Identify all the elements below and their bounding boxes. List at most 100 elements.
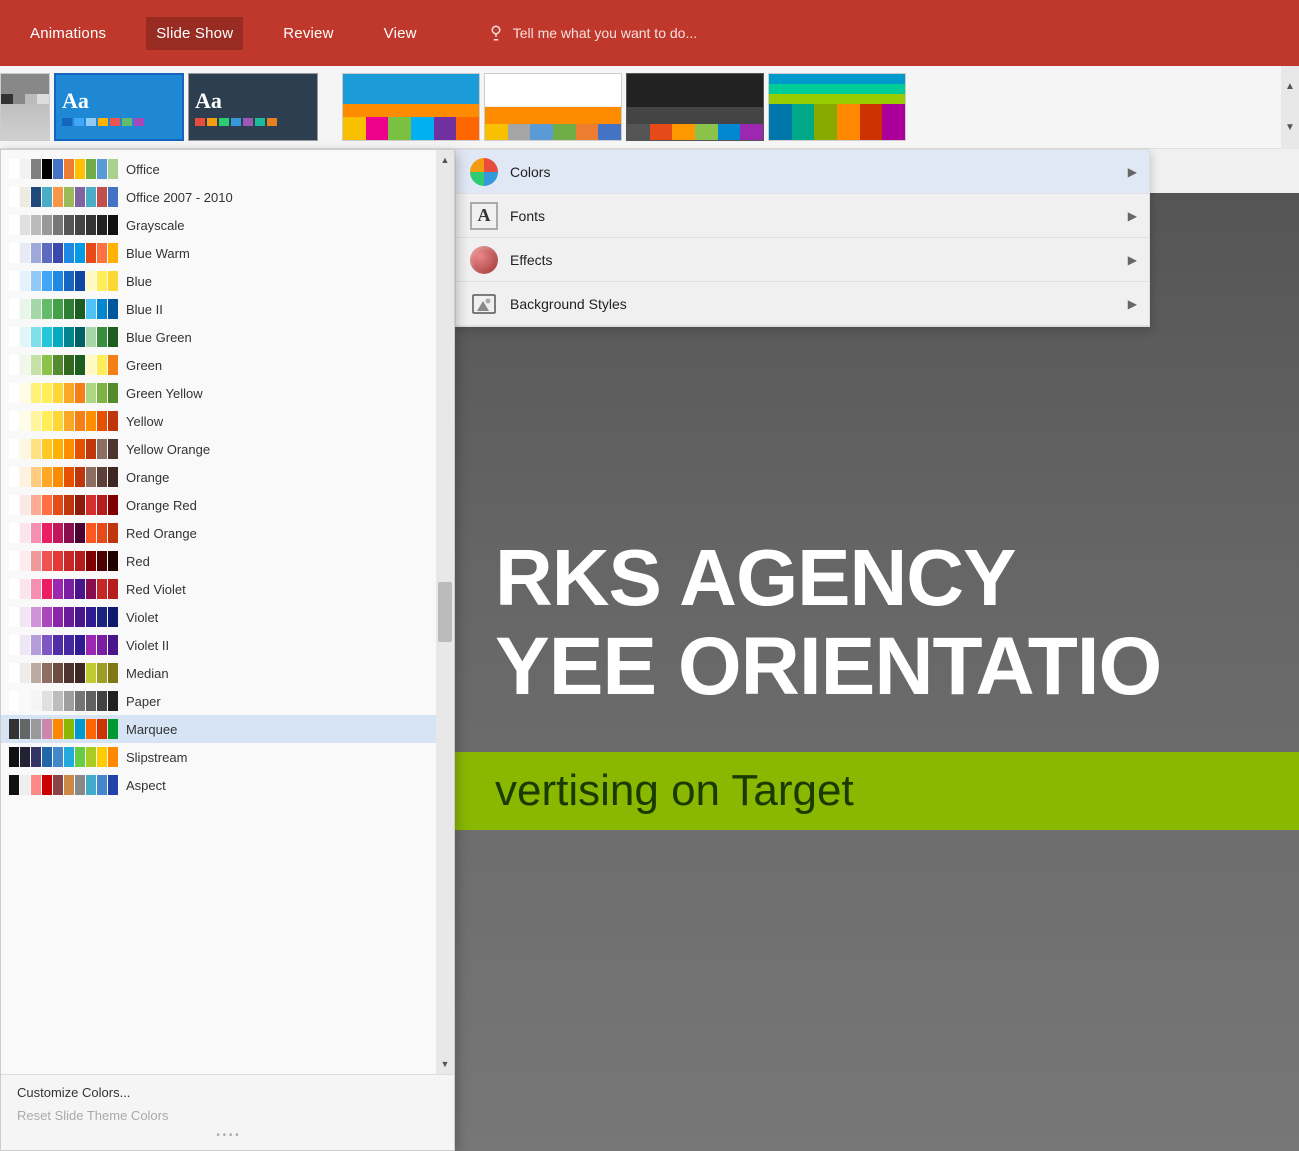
slide-title: RKS AGENCY bbox=[495, 534, 1259, 622]
swatch bbox=[53, 327, 63, 347]
swatch bbox=[86, 411, 96, 431]
palette-item[interactable]: Orange Red bbox=[1, 491, 436, 519]
swatch bbox=[9, 355, 19, 375]
palette-item[interactable]: Blue bbox=[1, 267, 436, 295]
menu-item-colors[interactable]: Colors ▶ bbox=[456, 150, 1149, 194]
color-swatches bbox=[9, 439, 118, 459]
search-placeholder-text: Tell me what you want to do... bbox=[513, 25, 697, 41]
palette-item-name: Green Yellow bbox=[126, 386, 203, 401]
fonts-arrow-icon: ▶ bbox=[1128, 209, 1137, 223]
color-swatches bbox=[9, 187, 118, 207]
swatch bbox=[42, 663, 52, 683]
palette-item-name: Orange bbox=[126, 470, 169, 485]
swatch bbox=[97, 411, 107, 431]
swatch bbox=[86, 635, 96, 655]
tab-view[interactable]: View bbox=[374, 17, 427, 50]
theme-thumb-1[interactable] bbox=[342, 73, 480, 141]
swatch bbox=[108, 663, 118, 683]
swatch bbox=[42, 271, 52, 291]
scroll-down-arrow[interactable]: ▼ bbox=[436, 1054, 454, 1074]
palette-item-name: Red bbox=[126, 554, 150, 569]
swatch bbox=[42, 187, 52, 207]
swatch bbox=[86, 719, 96, 739]
palette-item-name: Blue Green bbox=[126, 330, 192, 345]
slide-green-bar: vertising on Target bbox=[455, 752, 1299, 830]
theme-thumb-3[interactable] bbox=[626, 73, 764, 141]
swatch bbox=[75, 355, 85, 375]
swatch bbox=[97, 495, 107, 515]
palette-item[interactable]: Blue Warm bbox=[1, 239, 436, 267]
swatch bbox=[53, 495, 63, 515]
swatch bbox=[86, 439, 96, 459]
palette-item[interactable]: Blue Green bbox=[1, 323, 436, 351]
reset-colors-button[interactable]: Reset Slide Theme Colors bbox=[11, 1104, 444, 1127]
palette-item[interactable]: Violet bbox=[1, 603, 436, 631]
swatch bbox=[108, 327, 118, 347]
palette-item[interactable]: Median bbox=[1, 659, 436, 687]
palette-item[interactable]: Orange bbox=[1, 463, 436, 491]
swatch bbox=[53, 775, 63, 795]
swatch bbox=[9, 775, 19, 795]
swatch bbox=[108, 215, 118, 235]
tab-slideshow[interactable]: Slide Show bbox=[146, 17, 243, 50]
palette-item[interactable]: Red Orange bbox=[1, 519, 436, 547]
theme-thumb-blue[interactable]: Aa bbox=[54, 73, 184, 141]
menu-item-fonts[interactable]: A Fonts ▶ bbox=[456, 194, 1149, 238]
swatch bbox=[9, 243, 19, 263]
swatch bbox=[31, 551, 41, 571]
swatch bbox=[108, 523, 118, 543]
theme-thumb-2[interactable] bbox=[484, 73, 622, 141]
swatch bbox=[86, 747, 96, 767]
swatch bbox=[20, 523, 30, 543]
swatch bbox=[20, 187, 30, 207]
swatch bbox=[20, 607, 30, 627]
palette-item[interactable]: Red Violet bbox=[1, 575, 436, 603]
tab-review[interactable]: Review bbox=[273, 17, 343, 50]
palette-item[interactable]: Office bbox=[1, 155, 436, 183]
menu-item-effects[interactable]: Effects ▶ bbox=[456, 238, 1149, 282]
swatch bbox=[97, 467, 107, 487]
palette-item[interactable]: Green bbox=[1, 351, 436, 379]
swatch bbox=[20, 355, 30, 375]
scroll-up-arrow[interactable]: ▲ bbox=[436, 150, 454, 170]
swatch bbox=[108, 607, 118, 627]
colors-arrow-icon: ▶ bbox=[1128, 165, 1137, 179]
scroll-thumb[interactable] bbox=[438, 582, 452, 642]
theme-thumb-4[interactable] bbox=[768, 73, 906, 141]
palette-item[interactable]: Blue II bbox=[1, 295, 436, 323]
swatch bbox=[31, 775, 41, 795]
swatch bbox=[31, 383, 41, 403]
palette-item[interactable]: Office 2007 - 2010 bbox=[1, 183, 436, 211]
theme-thumb-dark[interactable]: Aa bbox=[188, 73, 318, 141]
swatch bbox=[75, 159, 85, 179]
swatch bbox=[53, 663, 63, 683]
customize-colors-button[interactable]: Customize Colors... bbox=[11, 1081, 444, 1104]
swatch bbox=[75, 523, 85, 543]
palette-item[interactable]: Violet II bbox=[1, 631, 436, 659]
palette-item[interactable]: Green Yellow bbox=[1, 379, 436, 407]
search-bar[interactable]: Tell me what you want to do... bbox=[487, 24, 697, 42]
swatch bbox=[20, 159, 30, 179]
palette-item[interactable]: Marquee bbox=[1, 715, 436, 743]
swatch bbox=[75, 719, 85, 739]
theme-thumb-partial[interactable] bbox=[0, 73, 50, 141]
swatch bbox=[31, 523, 41, 543]
color-swatches bbox=[9, 579, 118, 599]
palette-item[interactable]: Red bbox=[1, 547, 436, 575]
palette-item[interactable]: Paper bbox=[1, 687, 436, 715]
right-panel: Colors ▶ A Fonts ▶ Effects ▶ bbox=[455, 149, 1150, 327]
swatch bbox=[108, 411, 118, 431]
palette-item[interactable]: Yellow bbox=[1, 407, 436, 435]
palette-item[interactable]: Aspect bbox=[1, 771, 436, 799]
swatch bbox=[86, 467, 96, 487]
palette-item[interactable]: Slipstream bbox=[1, 743, 436, 771]
swatch bbox=[31, 355, 41, 375]
tab-animations[interactable]: Animations bbox=[20, 17, 116, 50]
palette-item[interactable]: Yellow Orange bbox=[1, 435, 436, 463]
menu-item-background-styles[interactable]: Background Styles ▶ bbox=[456, 282, 1149, 326]
swatch bbox=[9, 663, 19, 683]
palette-item[interactable]: Grayscale bbox=[1, 211, 436, 239]
swatch bbox=[108, 439, 118, 459]
swatch bbox=[9, 383, 19, 403]
swatch bbox=[97, 159, 107, 179]
